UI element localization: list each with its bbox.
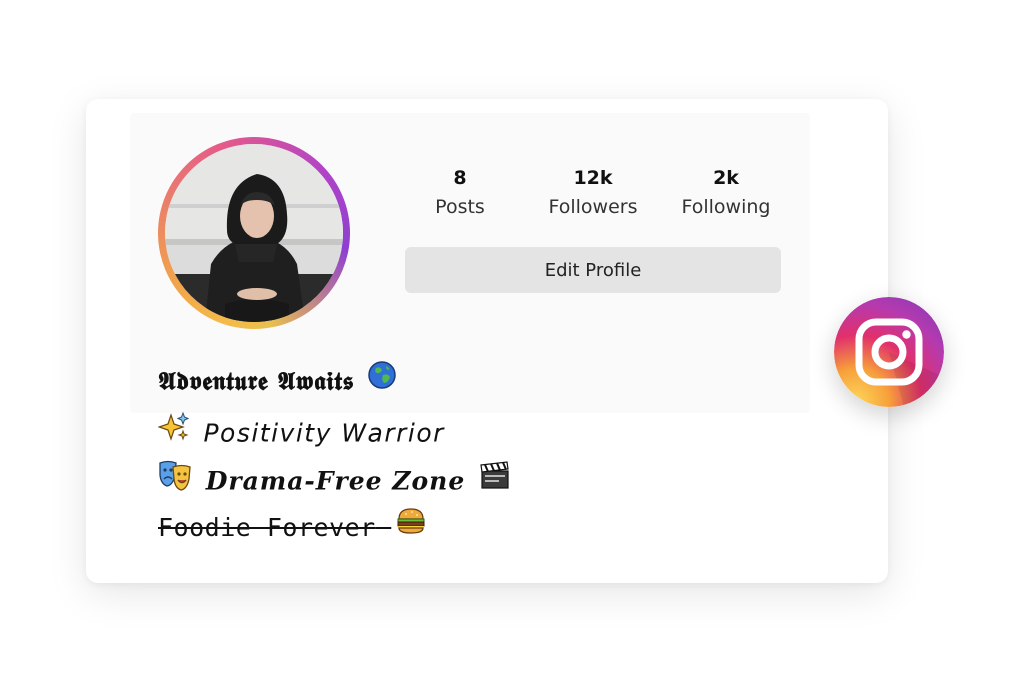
stat-following-value: 2k [713,167,739,189]
profile-stats: 8 Posts 12k Followers 2k Following [405,164,781,224]
edit-profile-button[interactable]: Edit Profile [405,247,781,293]
stat-followers-label: Followers [548,196,638,218]
avatar[interactable] [165,144,343,322]
bio-line-3: 𝑫𝒓𝒂𝒎𝒂-𝑭𝒓𝒆𝒆 𝒁𝒐𝒏𝒆 [158,459,515,504]
bio-line-1-text: 𝕬𝖉𝖛𝖊𝖓𝖙𝖚𝖗𝖊 𝕬𝖜𝖆𝖎𝖙𝖘 [158,366,355,396]
bio-line-2: 𝘗𝘰𝘴𝘪𝘵𝘪𝘷𝘪𝘵𝘺 𝘞𝘢𝘳𝘳𝘪𝘰𝘳 [157,411,445,456]
burger-icon [395,506,427,546]
globe-icon [367,360,397,400]
clapper-board-icon [479,460,511,500]
stat-posts[interactable]: 8 Posts [400,164,520,222]
instagram-logo-icon [834,297,944,407]
bio-line-1: 𝕬𝖉𝖛𝖊𝖓𝖙𝖚𝖗𝖊 𝕬𝖜𝖆𝖎𝖙𝖘 [158,360,401,403]
stage: 8 Posts 12k Followers 2k Following Edit … [0,0,1024,683]
sparkles-icon [157,411,190,453]
stat-posts-label: Posts [435,196,485,218]
bio-line-2-text: 𝘗𝘰𝘴𝘪𝘵𝘪𝘷𝘪𝘵𝘺 𝘞𝘢𝘳𝘳𝘪𝘰𝘳 [203,418,445,448]
stat-followers[interactable]: 12k Followers [533,164,653,222]
bio-line-4: Foodie Forever [158,506,431,549]
theater-masks-icon [158,459,192,501]
stat-following-label: Following [681,196,771,218]
stat-posts-value: 8 [453,167,467,189]
bio-line-3-text: 𝑫𝒓𝒂𝒎𝒂-𝑭𝒓𝒆𝒆 𝒁𝒐𝒏𝒆 [205,466,466,496]
instagram-badge[interactable] [834,297,944,407]
stat-followers-value: 12k [573,167,613,189]
bio-line-4-text: Foodie Forever [158,513,376,542]
profile-photo-icon [165,144,343,322]
stat-following[interactable]: 2k Following [666,164,786,222]
